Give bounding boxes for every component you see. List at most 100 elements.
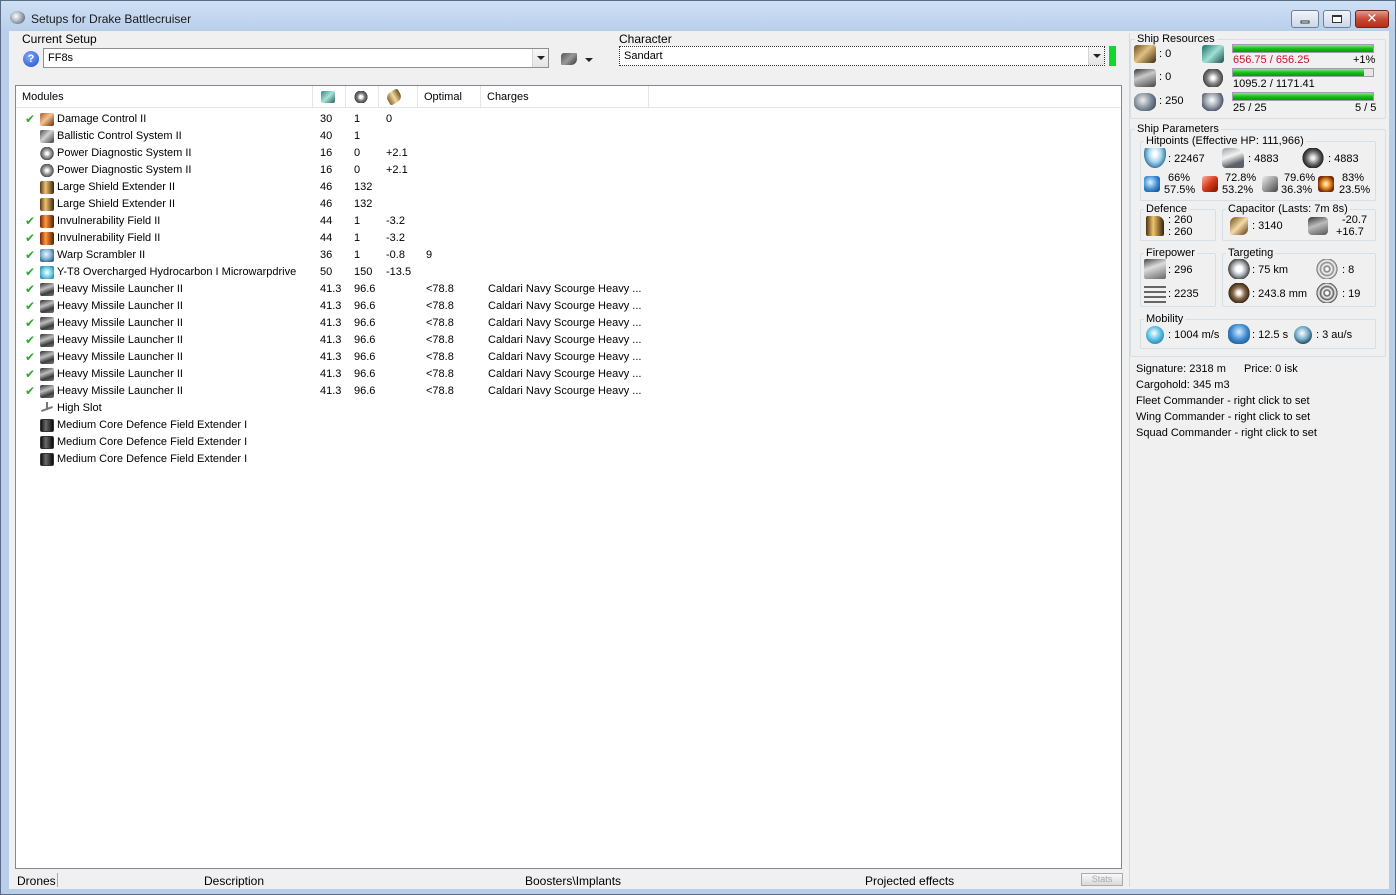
active-check-icon[interactable]: ✔ — [25, 315, 37, 332]
ship-parameters-label: Ship Parameters — [1135, 123, 1221, 135]
module-name: Large Shield Extender II — [57, 181, 176, 193]
minimize-icon — [1300, 20, 1310, 24]
module-name: Y-T8 Overcharged Hydrocarbon I Microwarp… — [57, 266, 297, 278]
column-modules[interactable]: Modules — [16, 86, 313, 108]
wing-commander[interactable]: Wing Commander - right click to set — [1136, 411, 1310, 423]
modules-list[interactable]: Modules Optimal Charges ✔ Damage Control … — [15, 85, 1122, 869]
module-charges[interactable]: Caldari Navy Scourge Heavy ... — [488, 315, 641, 332]
module-row[interactable]: Large Shield Extender II 46 132 — [16, 179, 1121, 196]
thermal-resist-armor: 53.2% — [1222, 184, 1254, 196]
module-row[interactable]: ✔ Y-T8 Overcharged Hydrocarbon I Microwar… — [16, 264, 1121, 281]
defence-icon — [1146, 216, 1164, 236]
module-row[interactable]: ✔ Invulnerability Field II 44 1 -3.2 — [16, 230, 1121, 247]
module-row[interactable]: Medium Core Defence Field Extender I — [16, 434, 1121, 451]
max-velocity-icon — [1146, 326, 1164, 344]
chevron-down-icon[interactable] — [1088, 47, 1104, 65]
powergrid-icon — [354, 91, 368, 104]
module-row[interactable]: ✔ Heavy Missile Launcher II 41.3 96.6 <78.8 C… — [16, 349, 1121, 366]
module-row[interactable]: ✔ Damage Control II 30 1 0 — [16, 111, 1121, 128]
shield-extender-icon — [40, 198, 54, 211]
active-check-icon[interactable]: ✔ — [25, 383, 37, 400]
column-powergrid[interactable] — [346, 86, 379, 108]
module-row[interactable]: High Slot — [16, 400, 1121, 417]
calibration-bar-fill — [1233, 93, 1373, 100]
module-cpu: 16 — [320, 147, 333, 159]
module-row[interactable]: ✔ Warp Scrambler II 36 1 -0.8 9 — [16, 247, 1121, 264]
column-cpu[interactable] — [313, 86, 346, 108]
kinetic-resist-shield: 79.6% — [1284, 172, 1316, 184]
active-check-icon[interactable]: ✔ — [25, 230, 37, 247]
title-bar[interactable]: Setups for Drake Battlecruiser ✕ — [1, 1, 1395, 31]
active-check-icon[interactable]: ✔ — [25, 247, 37, 264]
thermal-resist-shield: 72.8% — [1225, 172, 1257, 184]
active-check-icon[interactable]: ✔ — [25, 298, 37, 315]
module-row[interactable]: ✔ Heavy Missile Launcher II 41.3 96.6 <78.8 C… — [16, 298, 1121, 315]
column-charges[interactable]: Charges — [481, 86, 649, 108]
module-cpu: 41.3 — [320, 317, 342, 329]
character-select[interactable]: Sandart — [619, 46, 1105, 66]
active-check-icon[interactable]: ✔ — [25, 332, 37, 349]
module-charges[interactable]: Caldari Navy Scourge Heavy ... — [488, 366, 641, 383]
tab-projected-effects[interactable]: Projected effects — [865, 874, 954, 888]
module-charges[interactable]: Caldari Navy Scourge Heavy ... — [488, 349, 641, 366]
dps-icon — [1144, 259, 1166, 279]
tab-boosters-implants[interactable]: Boosters\Implants — [525, 874, 621, 888]
missile-launcher-icon — [40, 300, 54, 313]
module-capacitor: -3.2 — [386, 232, 405, 244]
module-capacitor: -13.5 — [386, 266, 412, 278]
active-check-icon[interactable]: ✔ — [25, 349, 37, 366]
tab-description[interactable]: Description — [204, 874, 264, 888]
module-row[interactable]: Medium Core Defence Field Extender I — [16, 451, 1121, 468]
tab-separator — [57, 873, 58, 887]
module-charges[interactable]: Caldari Navy Scourge Heavy ... — [488, 332, 641, 349]
module-row[interactable]: Power Diagnostic System II 16 0 +2.1 — [16, 145, 1121, 162]
module-capacitor: +2.1 — [386, 164, 408, 176]
module-powergrid: 1 — [354, 130, 361, 142]
module-row[interactable]: Power Diagnostic System II 16 0 +2.1 — [16, 162, 1121, 179]
stats-button[interactable]: Stats — [1081, 873, 1123, 886]
empty-slot-icon — [40, 402, 54, 415]
active-check-icon[interactable]: ✔ — [25, 213, 37, 230]
ship-tools-button[interactable] — [559, 49, 599, 71]
active-check-icon[interactable]: ✔ — [25, 111, 37, 128]
module-cpu: 41.3 — [320, 368, 342, 380]
module-charges[interactable]: Caldari Navy Scourge Heavy ... — [488, 298, 641, 315]
module-row[interactable]: ✔ Heavy Missile Launcher II 41.3 96.6 <78.8 C… — [16, 383, 1121, 400]
calibration-usage: 25 / 25 — [1233, 102, 1267, 114]
fleet-commander[interactable]: Fleet Commander - right click to set — [1136, 395, 1310, 407]
module-charges[interactable]: Caldari Navy Scourge Heavy ... — [488, 383, 641, 400]
active-check-icon[interactable]: ✔ — [25, 281, 37, 298]
minimize-button[interactable] — [1291, 10, 1319, 28]
column-optimal[interactable]: Optimal — [418, 86, 481, 108]
module-row[interactable]: Medium Core Defence Field Extender I — [16, 417, 1121, 434]
module-name: Heavy Missile Launcher II — [57, 351, 183, 363]
module-row[interactable]: Ballistic Control System II 40 1 — [16, 128, 1121, 145]
active-check-icon[interactable]: ✔ — [25, 366, 37, 383]
maximize-button[interactable] — [1323, 10, 1351, 28]
module-row[interactable]: ✔ Heavy Missile Launcher II 41.3 96.6 <78.8 C… — [16, 315, 1121, 332]
rig-icon — [40, 453, 54, 466]
module-row[interactable]: Large Shield Extender II 46 132 — [16, 196, 1121, 213]
squad-commander[interactable]: Squad Commander - right click to set — [1136, 427, 1317, 439]
module-row[interactable]: ✔ Invulnerability Field II 44 1 -3.2 — [16, 213, 1121, 230]
chevron-down-icon[interactable] — [532, 49, 548, 67]
setup-select[interactable]: FF8s — [43, 48, 549, 68]
close-button[interactable]: ✕ — [1355, 10, 1389, 28]
column-capacitor[interactable] — [379, 86, 418, 108]
missile-launcher-icon — [40, 317, 54, 330]
module-row[interactable]: ✔ Heavy Missile Launcher II 41.3 96.6 <78.8 C… — [16, 366, 1121, 383]
chevron-down-icon — [585, 58, 593, 66]
active-check-icon[interactable]: ✔ — [25, 264, 37, 281]
hull-icon — [1302, 148, 1324, 168]
module-charges[interactable]: Caldari Navy Scourge Heavy ... — [488, 281, 641, 298]
module-row[interactable]: ✔ Heavy Missile Launcher II 41.3 96.6 <78.8 C… — [16, 281, 1121, 298]
module-optimal: <78.8 — [426, 317, 454, 329]
module-powergrid: 96.6 — [354, 334, 376, 346]
module-row[interactable]: ✔ Heavy Missile Launcher II 41.3 96.6 <78.8 C… — [16, 332, 1121, 349]
tab-drones[interactable]: Drones — [17, 874, 56, 888]
help-icon[interactable]: ? — [23, 51, 39, 67]
setup-value: FF8s — [48, 52, 74, 64]
module-name: Invulnerability Field II — [57, 232, 161, 244]
max-targets-icon — [1316, 259, 1338, 279]
module-capacitor: -3.2 — [386, 215, 405, 227]
